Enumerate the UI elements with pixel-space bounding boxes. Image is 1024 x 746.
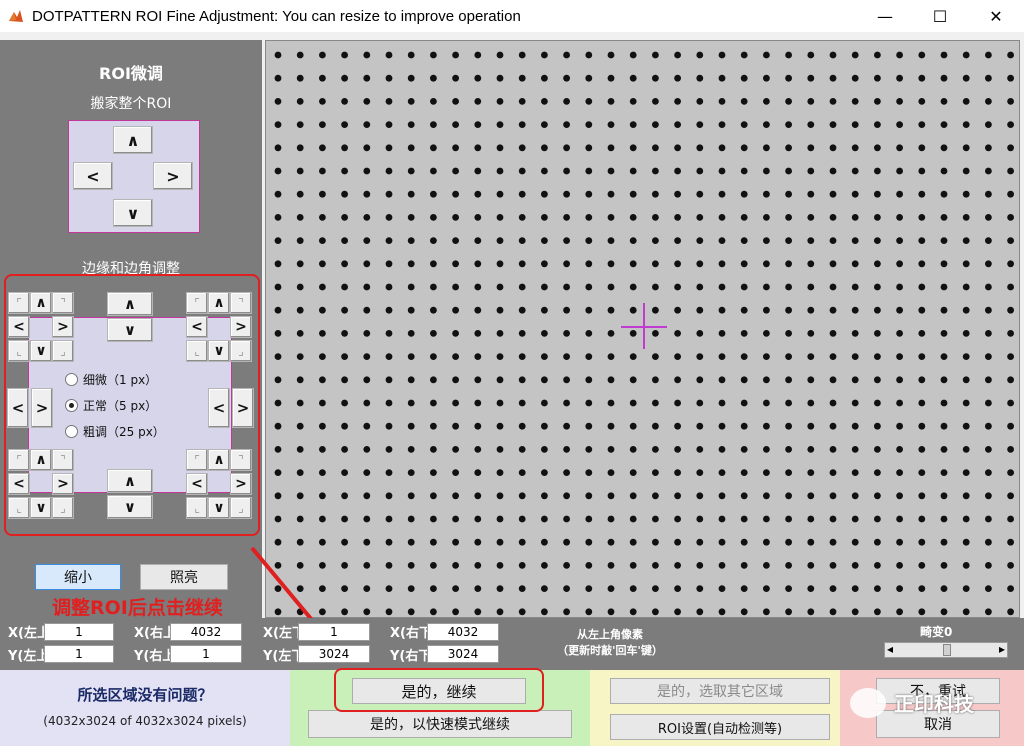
retry-panel: 不，重试 取消 正印科技	[840, 670, 1024, 746]
options-panel: 是的，选取其它区域 ROI设置(自动检测等)	[590, 670, 840, 746]
wechat-icon	[850, 688, 886, 718]
question-panel: 所选区域没有问题？ (4032x3024 of 4032x3024 pixels…	[0, 670, 290, 746]
distortion-label: 畸变0	[920, 625, 953, 639]
y-top-left-input[interactable]: 1	[44, 645, 114, 663]
roi-settings-button[interactable]: ROI设置(自动检测等)	[610, 714, 830, 740]
slider-thumb[interactable]	[943, 644, 951, 656]
y-bottom-left-input[interactable]: 3024	[298, 645, 370, 663]
yes-other-region-button[interactable]: 是的，选取其它区域	[610, 678, 830, 704]
slider-right-arrow[interactable]: ▸	[999, 642, 1005, 656]
x-top-left-input[interactable]: 1	[44, 623, 114, 641]
continue-highlight	[334, 668, 544, 712]
yes-panel: 是的，继续 是的，以快速模式继续	[290, 668, 590, 746]
x-top-right-input[interactable]: 4032	[170, 623, 242, 641]
x-bottom-left-input[interactable]: 1	[298, 623, 370, 641]
info-line-1: 从左上角像素	[577, 628, 643, 641]
slider-left-arrow[interactable]: ◂	[887, 642, 893, 656]
y-bottom-right-input[interactable]: 3024	[427, 645, 499, 663]
yes-fast-mode-button[interactable]: 是的，以快速模式继续	[308, 710, 572, 738]
y-top-right-input[interactable]: 1	[170, 645, 242, 663]
distortion-slider[interactable]: ◂ ▸	[884, 642, 1008, 658]
question-text: 所选区域没有问题？	[77, 686, 213, 704]
x-bottom-right-input[interactable]: 4032	[427, 623, 499, 641]
dimensions-text: (4032x3024 of 4032x3024 pixels)	[43, 714, 247, 728]
coordinate-bar: X(左上) 1 X(右上) 4032 X(左下) 1 X(右下) 4032 Y(…	[0, 618, 1024, 670]
info-line-2: （更新时敲'回车'键）	[557, 644, 663, 657]
watermark-text: 正印科技	[894, 692, 974, 716]
